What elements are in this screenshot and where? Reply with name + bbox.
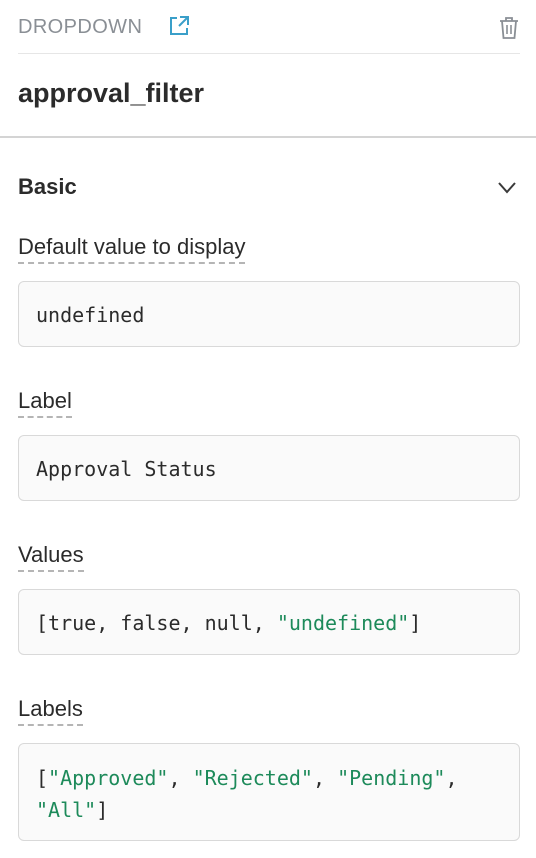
labels-code-line-1: ["Approved", "Rejected", "Pending", xyxy=(36,762,502,794)
label-input[interactable]: Approval Status xyxy=(18,435,520,501)
component-type-label: DROPDOWN xyxy=(18,16,143,38)
code-string-token: "Approved" xyxy=(48,766,169,790)
chevron-down-icon[interactable] xyxy=(496,176,518,198)
code-token: [ xyxy=(36,611,49,635)
code-token: , xyxy=(445,766,458,790)
code-string-token: "undefined" xyxy=(276,611,410,635)
code-token: , xyxy=(168,766,193,790)
code-string-token: "Rejected" xyxy=(192,766,313,790)
labels-input[interactable]: ["Approved", "Rejected", "Pending", "All… xyxy=(18,743,520,841)
code-token: , xyxy=(312,766,338,790)
labels-field-label: Labels xyxy=(18,696,83,726)
trash-icon[interactable] xyxy=(498,16,520,40)
external-link-icon[interactable] xyxy=(168,15,190,37)
values-field-label: Values xyxy=(18,542,84,572)
label-field-label: Label xyxy=(18,388,72,418)
code-string-token: "Pending" xyxy=(337,766,446,790)
values-code: [true, false, null, "undefined"] xyxy=(36,611,421,635)
component-name[interactable]: approval_filter xyxy=(18,78,204,109)
default-value-label: Default value to display xyxy=(18,234,246,264)
divider xyxy=(0,136,536,138)
inspector-header: DROPDOWN xyxy=(18,0,520,54)
code-token: true, false, null, xyxy=(48,611,277,635)
code-token: ] xyxy=(409,611,422,635)
values-input[interactable]: [true, false, null, "undefined"] xyxy=(18,589,520,655)
section-title-basic[interactable]: Basic xyxy=(18,174,77,200)
code-string-token: "All" xyxy=(36,798,97,822)
default-value-input[interactable]: undefined xyxy=(18,281,520,347)
code-token: ] xyxy=(96,798,109,822)
code-token: [ xyxy=(36,766,49,790)
labels-code-line-2: "All"] xyxy=(36,794,502,826)
